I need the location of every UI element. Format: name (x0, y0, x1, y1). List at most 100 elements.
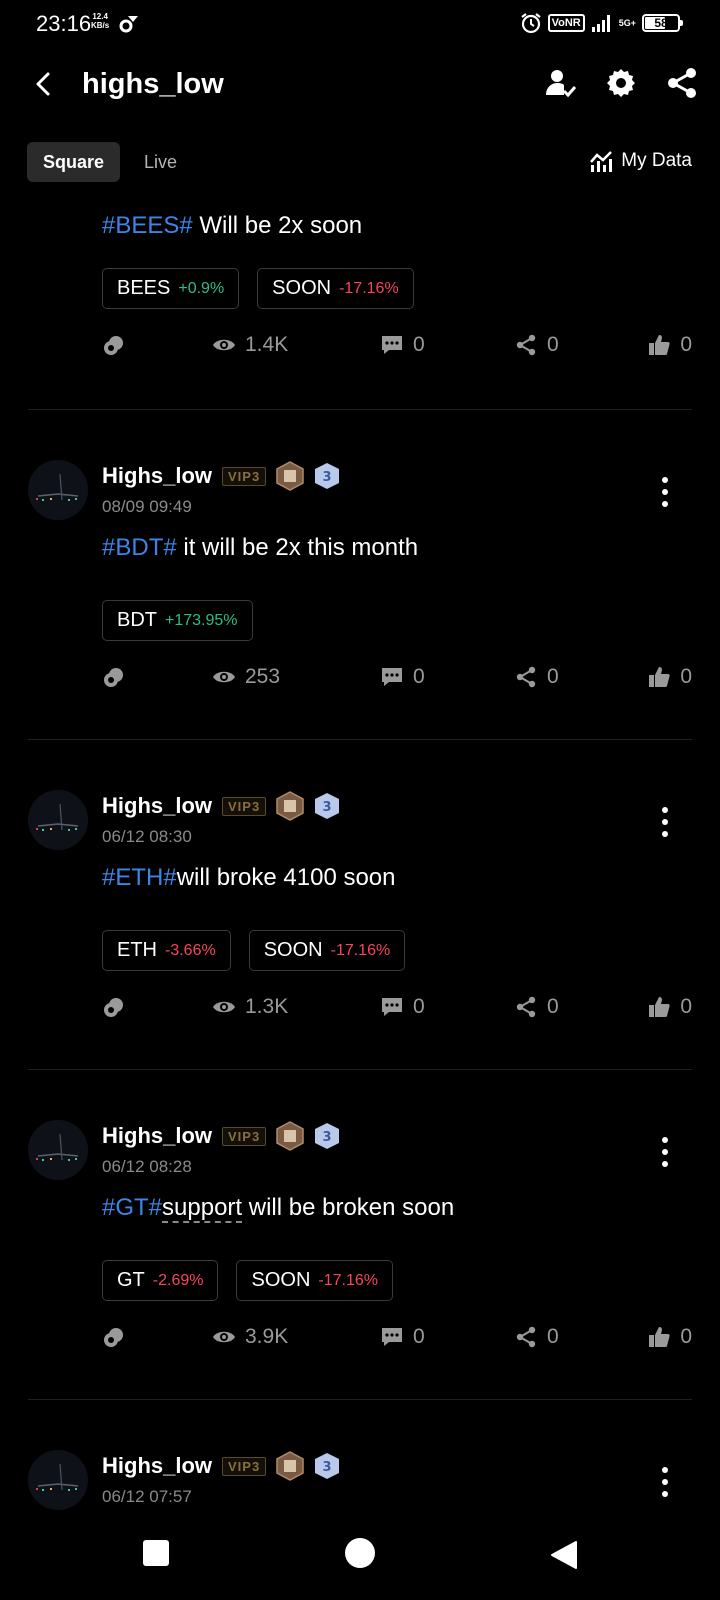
post-body: will broke 4100 soon (176, 864, 396, 891)
share-button[interactable]: 0 (514, 665, 559, 689)
system-nav-bar (0, 1510, 720, 1600)
post-text: #GT#support will be broken soon (102, 1194, 454, 1223)
avatar-image (28, 1450, 88, 1510)
post-card[interactable]: Highs_low VIP3 3 06/12 07:57 (0, 1400, 720, 1510)
token-chip[interactable]: BDT +173.95% (102, 600, 253, 641)
token-chip[interactable]: BEES +0.9% (102, 268, 240, 309)
post-card[interactable]: Highs_low VIP3 3 06/12 08:30 #ETH#will b… (0, 740, 720, 1070)
settings-status-icon (119, 16, 138, 33)
repost-icon (104, 668, 123, 687)
post-link[interactable]: support (162, 1194, 243, 1223)
more-vertical-icon[interactable] (658, 1465, 672, 1499)
level-badge-icon: 3 (315, 463, 340, 489)
post-time: 06/12 07:57 (102, 1487, 192, 1506)
repost-button[interactable] (102, 995, 126, 1019)
comment-icon (382, 1328, 402, 1346)
token-symbol: SOON (272, 277, 332, 299)
chart-icon (590, 151, 613, 172)
feed-tabs: Square Live (27, 141, 193, 183)
author-name[interactable]: Highs_low (102, 1453, 212, 1479)
comment-button[interactable]: 0 (380, 333, 425, 357)
author-name[interactable]: Highs_low (102, 463, 212, 489)
avatar[interactable] (28, 1450, 88, 1510)
like-button[interactable]: 0 (647, 1325, 692, 1349)
hexagon-badge-icon (276, 1121, 304, 1151)
views-count: 1.4K (212, 333, 288, 357)
token-symbol: SOON (251, 1269, 311, 1291)
level-badge-icon: 3 (315, 1123, 340, 1149)
token-chips: BEES +0.9% SOON -17.16% (102, 268, 414, 309)
repost-button[interactable] (102, 1325, 126, 1349)
comment-icon (382, 998, 402, 1016)
comments-value: 0 (413, 333, 425, 356)
signal-icon (591, 15, 610, 32)
share-button[interactable]: 0 (514, 995, 559, 1019)
post-actions: 1.4K 0 0 0 (102, 333, 692, 363)
my-data-button[interactable]: My Data (589, 150, 692, 172)
comments-value: 0 (413, 995, 425, 1018)
eye-icon (213, 1001, 235, 1013)
post-card[interactable]: Highs_low VIP3 3 06/12 08:28 #GT#support… (0, 1070, 720, 1400)
more-vertical-icon[interactable] (658, 475, 672, 509)
views-count: 1.3K (212, 995, 288, 1019)
more-vertical-icon[interactable] (658, 805, 672, 839)
recent-apps-button[interactable] (143, 1540, 169, 1566)
post-hashtag[interactable]: #GT# (102, 1194, 162, 1221)
post-hashtag[interactable]: #BDT# (102, 534, 177, 561)
repost-button[interactable] (102, 665, 126, 689)
author-name[interactable]: Highs_low (102, 1123, 212, 1149)
like-button[interactable]: 0 (647, 665, 692, 689)
token-chip[interactable]: GT -2.69% (102, 1260, 219, 1301)
post-text: #ETH#will broke 4100 soon (102, 864, 396, 892)
post-text: #BEES# Will be 2x soon (102, 212, 362, 240)
home-button[interactable] (345, 1538, 375, 1568)
svg-text:3: 3 (323, 1460, 332, 1475)
post-actions: 1.3K 0 0 0 (102, 995, 692, 1025)
battery-indicator: 58 (642, 14, 683, 32)
vip-badge: VIP3 (222, 466, 267, 486)
share-button[interactable]: 0 (514, 1325, 559, 1349)
share-button[interactable]: 0 (514, 333, 559, 357)
gear-icon[interactable] (604, 66, 638, 100)
app-header: highs_low (0, 56, 720, 112)
token-chip[interactable]: SOON -17.16% (248, 930, 406, 971)
user-check-icon[interactable] (543, 66, 577, 100)
author-name[interactable]: Highs_low (102, 793, 212, 819)
more-vertical-icon[interactable] (658, 1135, 672, 1169)
author-row: Highs_low VIP3 3 (102, 791, 340, 821)
avatar-image (28, 460, 88, 520)
tab-square[interactable]: Square (27, 142, 121, 182)
status-right: VoNR 5G+ 58 (520, 10, 683, 36)
token-chip[interactable]: ETH -3.66% (102, 930, 231, 971)
tab-live[interactable]: Live (128, 142, 193, 182)
hexagon-badge-icon (276, 461, 304, 491)
svg-text:3: 3 (323, 1130, 332, 1145)
post-hashtag[interactable]: #ETH# (102, 864, 177, 891)
network-speed: 12.4 KB/s (91, 12, 110, 30)
chevron-left-icon[interactable] (28, 68, 60, 100)
avatar[interactable] (28, 460, 88, 520)
post-hashtag[interactable]: #BEES# (102, 212, 193, 239)
token-chip[interactable]: SOON -17.16% (257, 268, 414, 309)
share-icon[interactable] (665, 66, 699, 100)
back-triangle-icon[interactable] (550, 1540, 578, 1570)
hexagon-badge-icon (276, 791, 304, 821)
comment-button[interactable]: 0 (380, 1325, 425, 1349)
vip-badge: VIP3 (222, 1456, 267, 1476)
token-chip[interactable]: SOON -17.16% (236, 1260, 393, 1301)
comment-button[interactable]: 0 (380, 995, 425, 1019)
post-card[interactable]: Highs_low VIP3 3 08/09 09:49 #BDT# it wi… (0, 410, 720, 740)
views-count: 3.9K (212, 1325, 288, 1349)
page-title: highs_low (82, 68, 224, 100)
alarm-icon (520, 13, 541, 34)
like-button[interactable]: 0 (647, 333, 692, 357)
post-actions: 3.9K 0 0 0 (102, 1325, 692, 1355)
like-button[interactable]: 0 (647, 995, 692, 1019)
avatar[interactable] (28, 790, 88, 850)
post-card[interactable]: #BEES# Will be 2x soon BEES +0.9% SOON -… (0, 200, 720, 410)
comment-button[interactable]: 0 (380, 665, 425, 689)
avatar[interactable] (28, 1120, 88, 1180)
shares-value: 0 (547, 333, 559, 356)
post-text: #BDT# it will be 2x this month (102, 534, 418, 562)
repost-button[interactable] (102, 333, 126, 357)
